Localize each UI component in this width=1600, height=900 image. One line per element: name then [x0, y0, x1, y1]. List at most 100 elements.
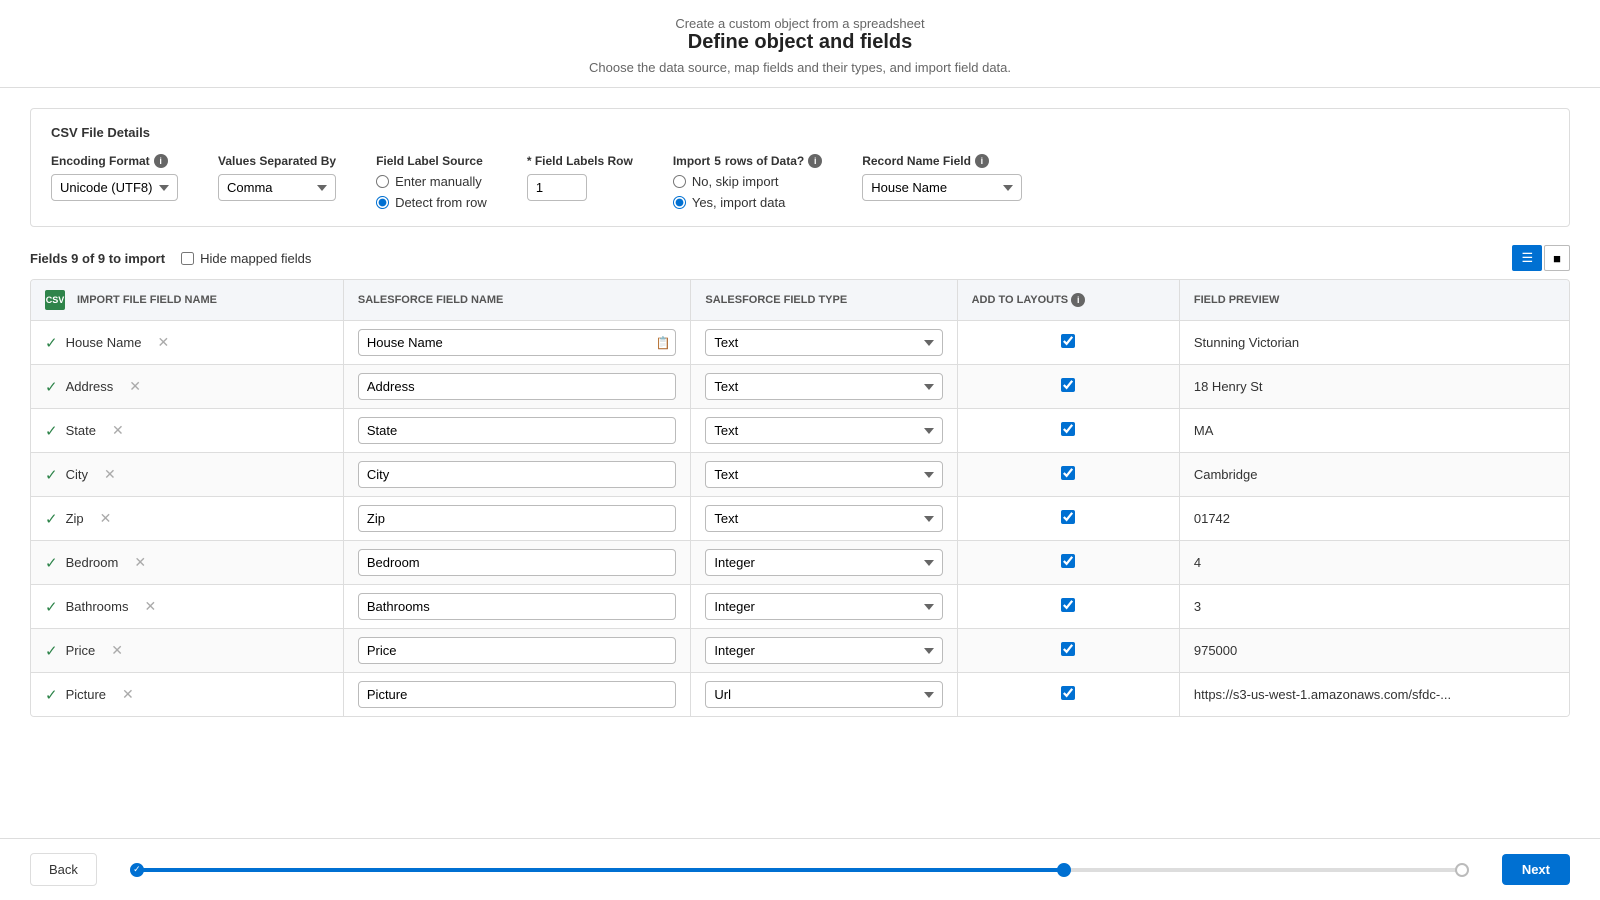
remove-field-icon[interactable]: ✕: [157, 334, 169, 351]
add-to-layout-checkbox[interactable]: [1061, 378, 1075, 392]
sf-field-type-select[interactable]: TextIntegerUrlDateCheckboxCurrencyNumber…: [705, 593, 942, 620]
radio-enter-manually-label: Enter manually: [395, 174, 482, 189]
check-icon: ✓: [45, 510, 58, 528]
field-labels-row-group: * Field Labels Row: [527, 154, 633, 201]
encoding-info-icon: i: [154, 154, 168, 168]
record-name-info-icon: i: [975, 154, 989, 168]
radio-detect-from-row-label: Detect from row: [395, 195, 487, 210]
import-field-name: Address: [66, 379, 114, 394]
remove-field-icon[interactable]: ✕: [111, 642, 123, 659]
add-to-layout-checkbox[interactable]: [1061, 334, 1075, 348]
check-icon: ✓: [45, 466, 58, 484]
sf-field-input[interactable]: [358, 593, 677, 620]
sf-field-type-select[interactable]: TextIntegerUrlDateCheckboxCurrencyNumber…: [705, 549, 942, 576]
field-name-cell: ✓ Price ✕: [45, 642, 329, 660]
top-title: Create a custom object from a spreadshee…: [0, 16, 1600, 31]
check-icon: ✓: [45, 598, 58, 616]
top-bar: Create a custom object from a spreadshee…: [0, 0, 1600, 88]
back-button[interactable]: Back: [30, 853, 97, 886]
sf-field-input[interactable]: [358, 461, 677, 488]
sf-field-type-select[interactable]: TextIntegerUrlDateCheckboxCurrencyNumber…: [705, 637, 942, 664]
progress-track: [137, 868, 1462, 872]
next-button[interactable]: Next: [1502, 854, 1570, 885]
radio-yes-import[interactable]: Yes, import data: [673, 195, 822, 210]
radio-yes-import-input[interactable]: [673, 196, 686, 209]
sf-field-type-select[interactable]: TextIntegerUrlDateCheckboxCurrencyNumber…: [705, 417, 942, 444]
sf-field-type-select[interactable]: TextIntegerUrlDateCheckboxCurrencyNumber…: [705, 373, 942, 400]
remove-field-icon[interactable]: ✕: [100, 510, 112, 527]
fields-count: Fields 9 of 9 to import: [30, 251, 165, 266]
radio-enter-manually-input[interactable]: [376, 175, 389, 188]
sf-field-input[interactable]: [358, 505, 677, 532]
table-row: ✓ House Name ✕ 📋 TextIntegerUrlDateCheck…: [31, 321, 1569, 365]
remove-field-icon[interactable]: ✕: [112, 422, 124, 439]
radio-no-skip[interactable]: No, skip import: [673, 174, 822, 189]
sf-field-input[interactable]: [358, 681, 677, 708]
radio-enter-manually[interactable]: Enter manually: [376, 174, 487, 189]
record-name-field-group: Record Name Field i House Name Address C…: [862, 154, 1022, 201]
progress-fill: [137, 868, 1064, 872]
grid-view-button[interactable]: ■: [1544, 245, 1570, 271]
sf-field-wrap: [358, 461, 677, 488]
radio-no-skip-input[interactable]: [673, 175, 686, 188]
col-salesforce-field-name: SALESFORCE FIELD NAME: [343, 280, 691, 321]
add-to-layout-checkbox[interactable]: [1061, 510, 1075, 524]
radio-no-skip-label: No, skip import: [692, 174, 779, 189]
field-name-cell: ✓ State ✕: [45, 422, 329, 440]
list-view-button[interactable]: ☰: [1512, 245, 1542, 271]
encoding-format-select[interactable]: Unicode (UTF8) UTF-16 ISO-8859-1: [51, 174, 178, 201]
field-preview: Cambridge: [1179, 453, 1569, 497]
remove-field-icon[interactable]: ✕: [122, 686, 134, 703]
field-label-source-radio-group: Enter manually Detect from row: [376, 174, 487, 210]
field-label-source-group: Field Label Source Enter manually Detect…: [376, 154, 487, 210]
field-preview: 3: [1179, 585, 1569, 629]
sf-field-input[interactable]: [358, 329, 677, 356]
add-to-layout-checkbox[interactable]: [1061, 554, 1075, 568]
field-labels-row-input[interactable]: [527, 174, 587, 201]
progress-dot-mid: [1057, 863, 1071, 877]
radio-detect-from-row[interactable]: Detect from row: [376, 195, 487, 210]
sf-field-type-select[interactable]: TextIntegerUrlDateCheckboxCurrencyNumber…: [705, 461, 942, 488]
sf-field-wrap: [358, 373, 677, 400]
add-to-layout-checkbox[interactable]: [1061, 422, 1075, 436]
sf-field-type-select[interactable]: TextIntegerUrlDateCheckboxCurrencyNumber…: [705, 329, 942, 356]
csv-file-details: CSV File Details Encoding Format i Unico…: [30, 108, 1570, 227]
table-row: ✓ State ✕ TextIntegerUrlDateCheckboxCurr…: [31, 409, 1569, 453]
add-to-layout-checkbox[interactable]: [1061, 686, 1075, 700]
progress-dot-end: [1455, 863, 1469, 877]
record-name-field-label: Record Name Field i: [862, 154, 1022, 168]
view-toggle: ☰ ■: [1512, 245, 1570, 271]
add-to-layout-checkbox[interactable]: [1061, 466, 1075, 480]
add-to-layout-checkbox[interactable]: [1061, 642, 1075, 656]
values-separated-select[interactable]: Comma Semicolon Tab Pipe: [218, 174, 336, 201]
remove-field-icon[interactable]: ✕: [129, 378, 141, 395]
add-to-layout-checkbox[interactable]: [1061, 598, 1075, 612]
remove-field-icon[interactable]: ✕: [144, 598, 156, 615]
field-labels-row-label: * Field Labels Row: [527, 154, 633, 168]
sf-field-wrap: [358, 681, 677, 708]
csv-icon: CSV: [45, 290, 65, 310]
sf-field-input[interactable]: [358, 417, 677, 444]
field-name-cell: ✓ Zip ✕: [45, 510, 329, 528]
sf-field-type-select[interactable]: TextIntegerUrlDateCheckboxCurrencyNumber…: [705, 681, 942, 708]
remove-field-icon[interactable]: ✕: [104, 466, 116, 483]
values-separated-label: Values Separated By: [218, 154, 336, 168]
hide-mapped-label[interactable]: Hide mapped fields: [181, 251, 311, 266]
sf-field-input[interactable]: [358, 549, 677, 576]
subtitle: Choose the data source, map fields and t…: [0, 60, 1600, 75]
sf-field-type-select[interactable]: TextIntegerUrlDateCheckboxCurrencyNumber…: [705, 505, 942, 532]
col-add-to-layouts: ADD TO LAYOUTS i: [957, 280, 1179, 321]
field-name-cell: ✓ Picture ✕: [45, 686, 329, 704]
field-preview: 4: [1179, 541, 1569, 585]
radio-detect-from-row-input[interactable]: [376, 196, 389, 209]
sf-field-input[interactable]: [358, 637, 677, 664]
table-header-row: CSV IMPORT FILE FIELD NAME SALESFORCE FI…: [31, 280, 1569, 321]
sf-field-wrap: [358, 637, 677, 664]
check-icon: ✓: [45, 422, 58, 440]
remove-field-icon[interactable]: ✕: [134, 554, 146, 571]
hide-mapped-checkbox[interactable]: [181, 252, 194, 265]
import-field-name: Bedroom: [66, 555, 119, 570]
record-name-field-select[interactable]: House Name Address City: [862, 174, 1022, 201]
sf-field-input[interactable]: [358, 373, 677, 400]
progress-dot-start: [130, 863, 144, 877]
